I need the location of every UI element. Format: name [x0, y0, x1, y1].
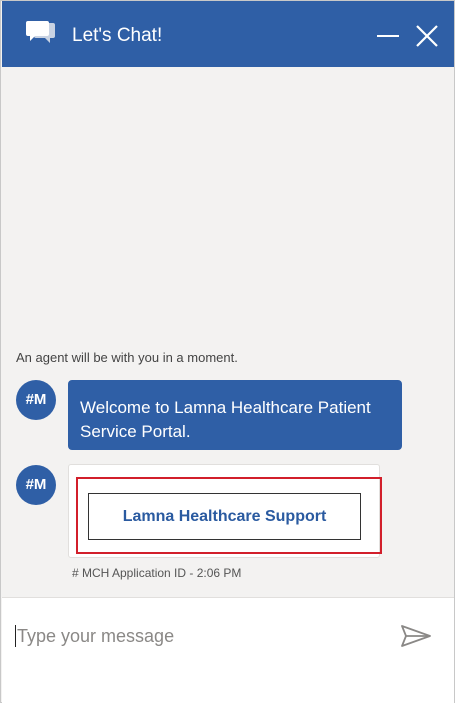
welcome-message-bubble: Welcome to Lamna Healthcare Patient Serv…	[68, 380, 402, 450]
text-cursor	[15, 625, 16, 647]
system-message: An agent will be with you in a moment.	[16, 350, 238, 365]
message-input[interactable]	[17, 623, 377, 649]
chat-bubbles-icon	[26, 21, 55, 43]
message-timestamp: # MCH Application ID - 2:06 PM	[72, 566, 242, 580]
agent-avatar: #M	[16, 465, 56, 505]
minimize-icon	[377, 35, 399, 37]
send-icon[interactable]	[400, 624, 432, 648]
chat-window: Let's Chat! An agent will be with you in…	[0, 0, 455, 703]
conversation-area[interactable]: An agent will be with you in a moment. #…	[2, 67, 454, 597]
chat-title: Let's Chat!	[72, 25, 163, 46]
lamna-healthcare-support-button[interactable]: Lamna Healthcare Support	[88, 493, 361, 540]
chat-header: Let's Chat!	[2, 1, 454, 67]
minimize-button[interactable]	[374, 23, 402, 49]
agent-avatar: #M	[16, 380, 56, 420]
message-composer	[2, 597, 454, 703]
close-icon[interactable]	[414, 23, 440, 49]
